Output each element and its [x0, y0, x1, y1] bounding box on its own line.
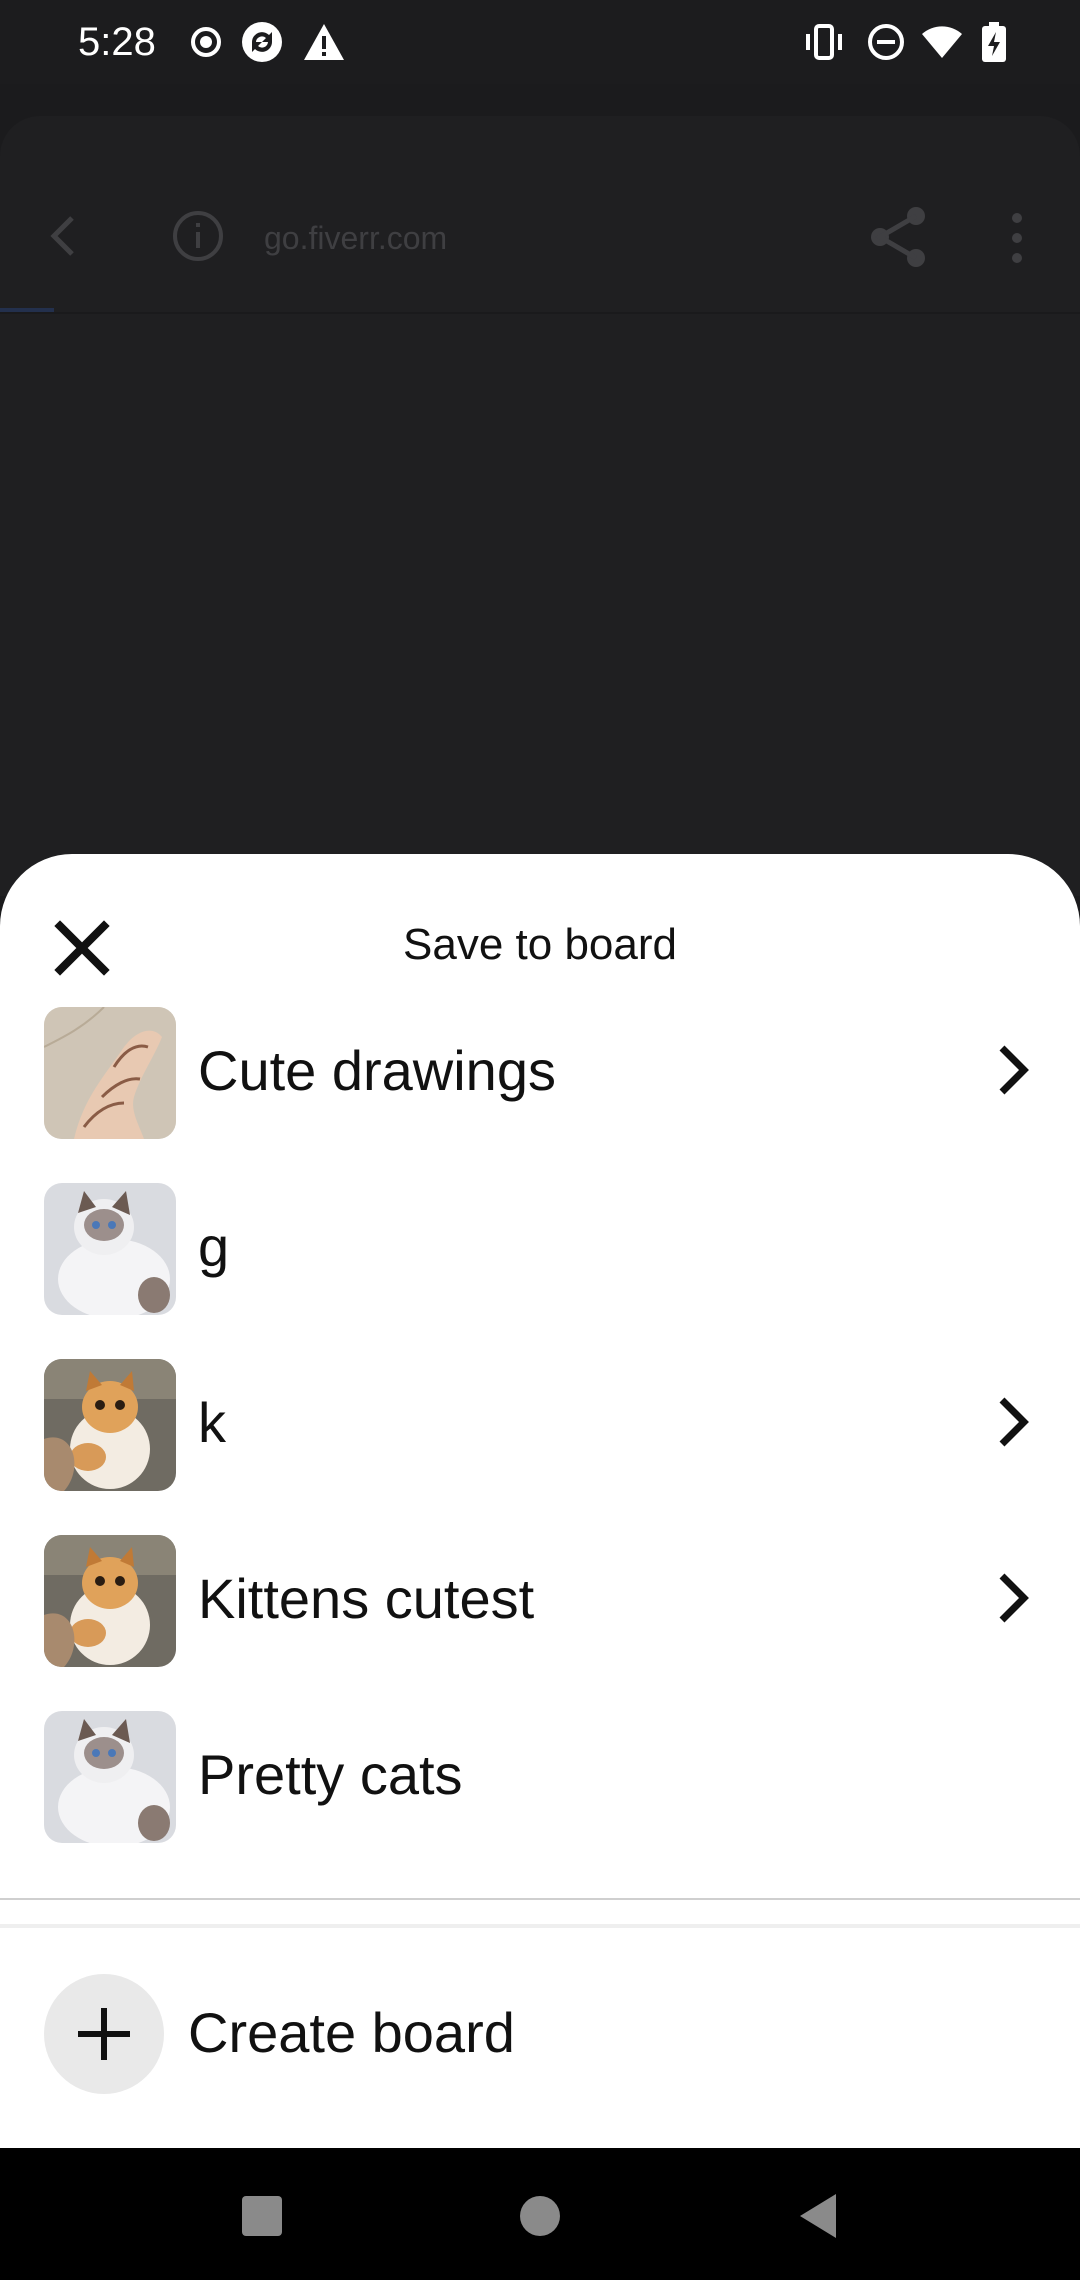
more-options-icon[interactable]: [1000, 208, 1034, 268]
vibrate-icon: [806, 24, 842, 60]
record-icon: [191, 27, 221, 57]
wifi-icon: [922, 26, 962, 58]
battery-charging-icon: [982, 22, 1006, 62]
sync-icon: [242, 22, 282, 62]
board-name: Pretty cats: [198, 1743, 463, 1806]
divider: [0, 1924, 1080, 1928]
navigation-bar: [0, 2148, 1080, 2280]
board-name: Kittens cutest: [198, 1567, 535, 1630]
status-time: 5:28: [78, 20, 156, 64]
board-row-g[interactable]: g: [0, 1162, 1080, 1338]
do-not-disturb-icon: [868, 24, 904, 60]
chevron-right-icon: [999, 1045, 1029, 1095]
status-bar: 5:28: [0, 0, 1080, 84]
browser-toolbar: go.fiverr.com: [0, 116, 1080, 314]
browser-background: go.fiverr.com: [0, 116, 1080, 896]
board-row-kittens-cutest[interactable]: Kittens cutest: [0, 1514, 1080, 1690]
board-name: Cute drawings: [198, 1039, 556, 1102]
create-board-button[interactable]: Create board: [0, 1974, 1080, 2124]
board-thumbnail: [44, 1183, 176, 1315]
board-row-pretty-cats[interactable]: Pretty cats: [0, 1690, 1080, 1866]
board-thumbnail: [44, 1711, 176, 1843]
chevron-right-icon: [999, 1397, 1029, 1447]
divider: [0, 1898, 1080, 1900]
plus-icon: [78, 2008, 130, 2060]
recents-icon[interactable]: [232, 2186, 292, 2246]
url-text[interactable]: go.fiverr.com: [264, 220, 447, 257]
board-thumbnail: [44, 1359, 176, 1491]
board-thumbnail: [44, 1007, 176, 1139]
create-board-label: Create board: [188, 2001, 515, 2064]
board-name: k: [198, 1391, 226, 1454]
warning-icon: [304, 24, 344, 60]
board-name: g: [198, 1215, 230, 1278]
back-nav-icon[interactable]: [788, 2186, 848, 2246]
share-icon[interactable]: [864, 202, 934, 272]
home-icon[interactable]: [510, 2186, 570, 2246]
board-thumbnail: [44, 1535, 176, 1667]
chevron-right-icon: [999, 1573, 1029, 1623]
info-icon[interactable]: [170, 208, 226, 264]
save-to-board-sheet: Save to board Cute drawings g k Kittens …: [0, 854, 1080, 2148]
board-row-k[interactable]: k: [0, 1338, 1080, 1514]
back-icon[interactable]: [40, 212, 88, 260]
sheet-title: Save to board: [403, 920, 677, 969]
plus-button[interactable]: [44, 1974, 164, 2094]
page-load-progress: [0, 308, 54, 312]
board-row-cute-drawings[interactable]: Cute drawings: [0, 986, 1080, 1162]
